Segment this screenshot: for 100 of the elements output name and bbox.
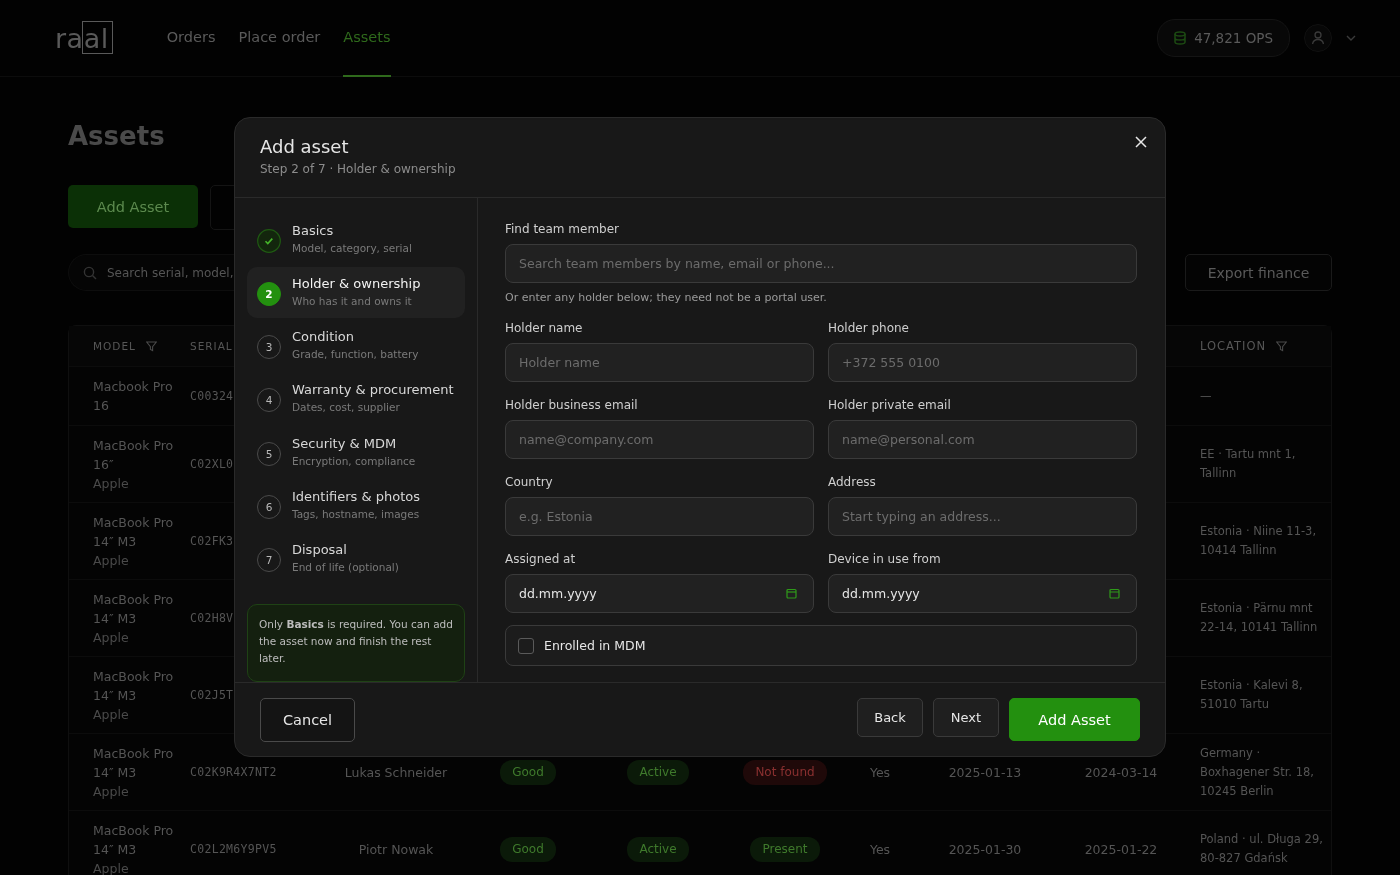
model-name: Macbook Pro 16 [93, 378, 174, 415]
field-label: Device in use from [828, 552, 942, 566]
status-badge: Active [627, 836, 689, 862]
serial-number: C02J5T [190, 687, 234, 702]
filter-icon[interactable] [145, 340, 157, 352]
location-text: — [1200, 388, 1212, 403]
step-description: Grade, function, battery [292, 348, 419, 361]
presence-badge: Not found [743, 759, 827, 785]
calendar-icon[interactable] [786, 588, 797, 599]
next-button[interactable]: Next [933, 698, 999, 737]
brand-name: Apple [93, 705, 130, 724]
chevron-down-icon[interactable] [1346, 35, 1356, 41]
mdm-value: Yes [869, 841, 891, 857]
model-name: MacBook Pro 14″ M3 [93, 513, 175, 551]
field-label: Holder phone [828, 321, 910, 335]
date-cell: 2025-01-22 [1084, 841, 1158, 857]
dialog-title: Add asset [260, 136, 350, 157]
filter-icon[interactable] [1276, 340, 1288, 352]
wizard-step[interactable]: 4 Warranty & procurement Dates, cost, supplier [247, 373, 465, 425]
search-icon [83, 265, 97, 280]
model-name: MacBook Pro 14″ M3 [93, 821, 175, 859]
input-field[interactable]: name@personal.com [828, 420, 1137, 459]
date-field[interactable]: dd.mm.yyyy [505, 574, 814, 613]
step-title: Holder & ownership [292, 276, 421, 292]
date-cell: 2025-01-30 [948, 841, 1022, 857]
brand-name: Apple [93, 628, 130, 647]
holder-name: Lukas Schneider [344, 764, 448, 780]
step-title: Identifiers & photos [292, 488, 420, 504]
field-label: Holder private email [828, 398, 952, 412]
grade-badge: Good [500, 836, 556, 862]
location-text: Estonia · Kalevi 8, 51010 Tartu [1200, 678, 1303, 711]
close-icon[interactable] [1135, 136, 1147, 148]
step-description: End of life (optional) [292, 560, 399, 573]
checkbox-label: Enrolled in MDM [544, 638, 646, 653]
date-field[interactable]: dd.mm.yyyy [828, 574, 1137, 613]
hint-text: Or enter any holder below; they need not be a portal user. [505, 291, 828, 304]
user-icon[interactable] [1304, 24, 1332, 52]
wizard-step[interactable]: 5 Security & MDM Encryption, compliance [247, 426, 465, 478]
brand-name: Apple [93, 474, 130, 493]
step-description: Model, category, serial [292, 242, 412, 254]
field-label: Assigned at [505, 552, 577, 566]
step-description: Encryption, compliance [292, 454, 416, 467]
model-name: MacBook Pro 14″ M3 [93, 744, 175, 782]
step-description: Dates, cost, supplier [292, 401, 401, 414]
back-button[interactable]: Back [857, 698, 923, 737]
step-description: Tags, hostname, images [292, 507, 420, 520]
step-title: Condition [292, 329, 356, 345]
search-field[interactable]: Search team members by name, email or phone... [505, 244, 1137, 283]
input-field[interactable]: +372 555 0100 [828, 343, 1137, 382]
step-title: Security & MDM [292, 435, 398, 451]
input-field[interactable]: name@company.com [505, 420, 814, 459]
location-text: EE · Tartu mnt 1, Tallinn [1200, 447, 1296, 480]
field-label: Find team member [505, 222, 621, 236]
field-label: Holder name [505, 321, 584, 335]
field-label: Country [505, 475, 554, 489]
wizard-step[interactable]: 3 Condition Grade, function, battery [247, 320, 465, 372]
date-cell: 2024-03-14 [1084, 764, 1158, 780]
step-title: Disposal [292, 541, 348, 557]
status-badge: Active [627, 759, 689, 785]
serial-number: C02L2M6Y9PV5 [190, 841, 277, 856]
step-title: Basics [292, 223, 335, 238]
check-icon [257, 229, 281, 253]
checkbox[interactable] [518, 637, 534, 654]
brand-name: Apple [93, 859, 130, 875]
input-field[interactable]: e.g. Estonia [505, 497, 814, 536]
cancel-button[interactable]: Cancel [260, 697, 355, 742]
step-title: Warranty & procurement [292, 382, 454, 398]
location-text: Estonia · Pärnu mnt 22-14, 10141 Tallinn [1200, 601, 1318, 634]
brand-name: Apple [93, 782, 130, 801]
holder-name: Piotr Nowak [358, 841, 434, 857]
wizard-step[interactable]: 2 Holder & ownership Who has it and owns it [247, 267, 465, 319]
credits-amount: 47,821 OPS [1194, 30, 1273, 46]
wizard-step[interactable]: 7 Disposal End of life (optional) [247, 532, 465, 584]
add-asset-button[interactable]: Add Asset [1009, 698, 1140, 741]
mdm-value: Yes [869, 764, 891, 780]
brand-name: Apple [93, 551, 130, 570]
add-asset-button[interactable]: Add Asset [68, 185, 198, 228]
model-name: MacBook Pro 14″ M3 [93, 590, 175, 628]
dialog-subtitle: Step 2 of 7 · Holder & ownership [260, 162, 457, 176]
serial-number: C02FK3 [190, 533, 234, 548]
serial-number: C02XL0 [190, 456, 234, 471]
serial-number: C02H8V [190, 610, 234, 625]
coins-icon [1174, 31, 1187, 45]
wizard-step[interactable]: 6 Identifiers & photos Tags, hostname, images [247, 479, 465, 531]
grade-badge: Good [500, 759, 556, 785]
calendar-icon[interactable] [1109, 588, 1120, 599]
checkbox-row[interactable]: Enrolled in MDM [505, 625, 1137, 666]
wizard-step[interactable]: Basics Model, category, serial [247, 214, 465, 266]
location-text: Estonia · Niine 11-3, 10414 Tallinn [1200, 524, 1317, 557]
date-cell: 2025-01-13 [948, 764, 1022, 780]
field-label: Address [828, 475, 877, 489]
input-field[interactable]: Holder name [505, 343, 814, 382]
notice-text: Only Basics is required. You can add the asset now and finish the rest later. [259, 618, 453, 664]
serial-number: C02K9R4X7NT2 [190, 764, 277, 779]
presence-badge: Present [750, 836, 820, 862]
serial-number: C00324 [190, 388, 234, 403]
model-name: MacBook Pro 16″ [93, 436, 175, 474]
model-name: MacBook Pro 14″ M3 [93, 667, 175, 705]
input-field[interactable]: Start typing an address... [828, 497, 1137, 536]
step-number: 2 [257, 282, 281, 307]
